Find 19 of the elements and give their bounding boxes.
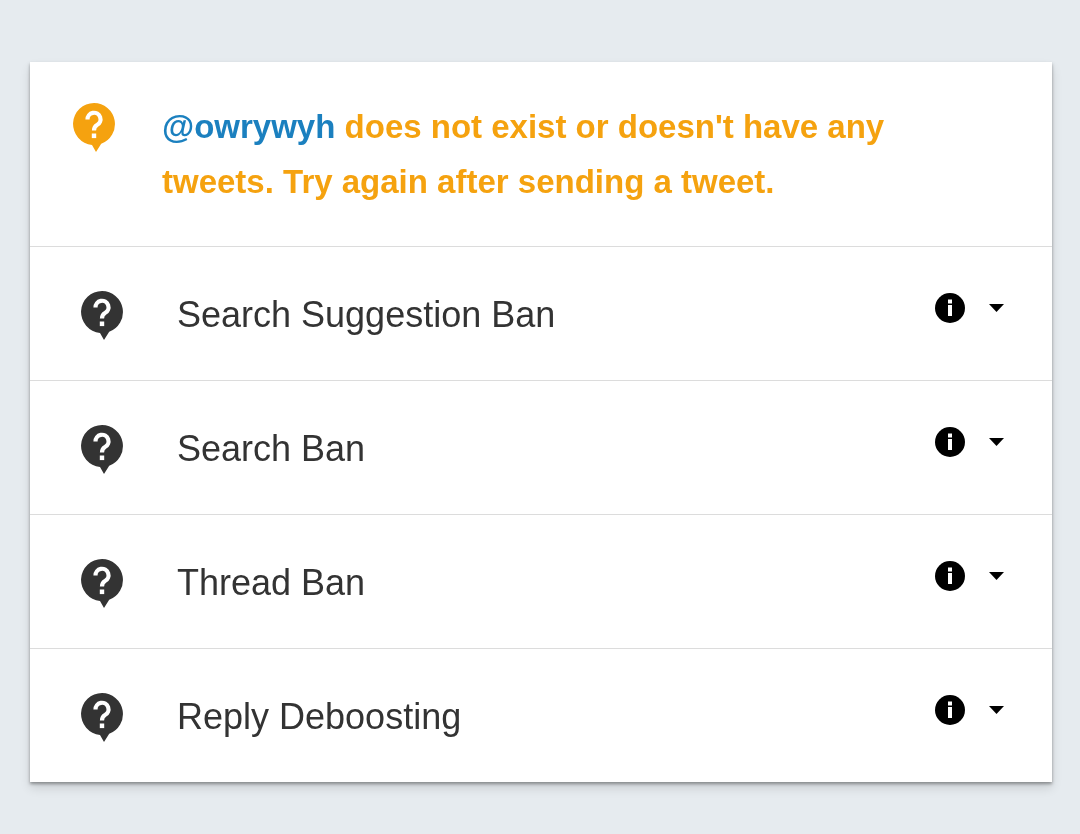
caret-icon: [989, 437, 1004, 446]
check-label: Thread Ban: [177, 561, 367, 604]
info-icon[interactable]: [935, 292, 965, 323]
caret-icon: [989, 571, 1004, 580]
question-bubble-icon: [80, 559, 124, 608]
check-label: Reply Deboosting: [177, 695, 463, 738]
notice-message: @owrywyh does not exist or doesn't have any tweets. Try again after sending a tweet.: [162, 107, 886, 202]
caret-icon: [989, 303, 1004, 312]
question-bubble-icon: [80, 693, 124, 742]
caret-icon: [989, 705, 1004, 714]
question-bubble-icon: [72, 103, 116, 152]
handle-link[interactable]: @owrywyh: [162, 108, 336, 145]
check-label: Search Ban: [177, 427, 367, 470]
info-icon[interactable]: [935, 560, 965, 591]
question-bubble-icon: [80, 425, 124, 474]
question-bubble-icon: [80, 291, 124, 340]
check-label: Search Suggestion Ban: [177, 293, 557, 336]
info-icon[interactable]: [935, 426, 965, 457]
info-icon[interactable]: [935, 694, 965, 725]
